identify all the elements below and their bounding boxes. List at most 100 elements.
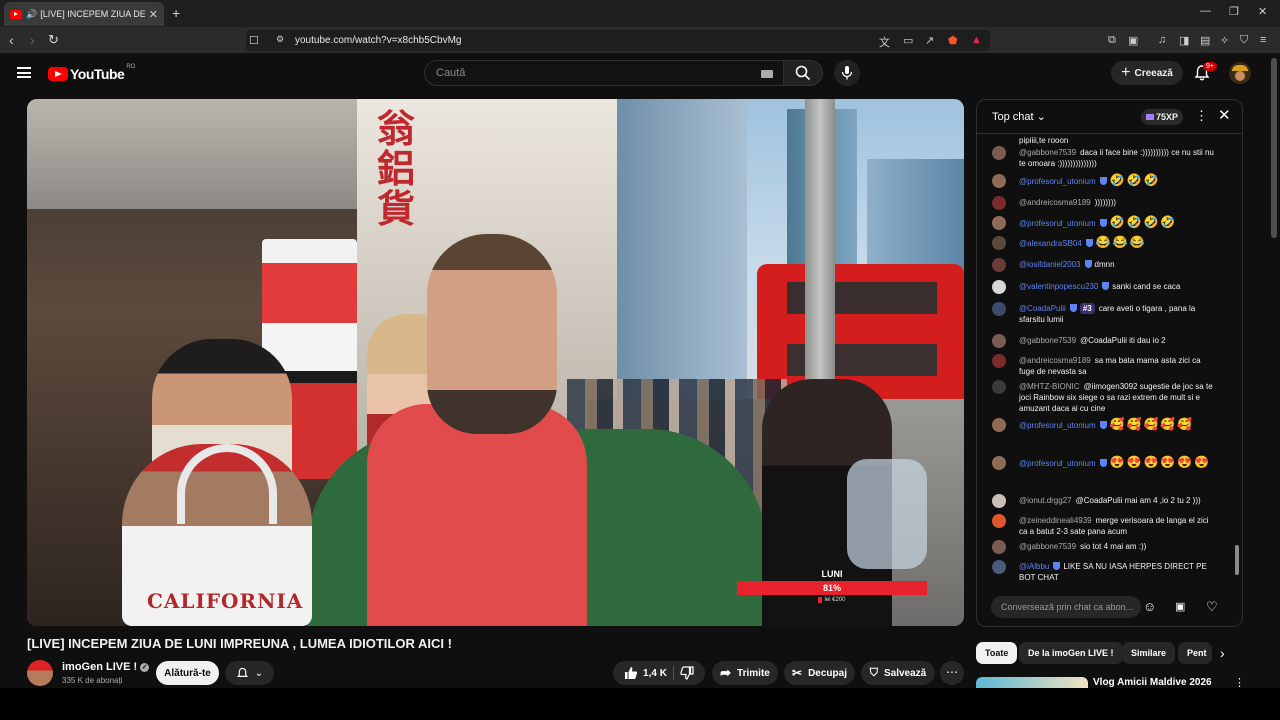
chat-avatar[interactable]	[992, 174, 1006, 188]
vpn-icon[interactable]: ⛉	[1240, 34, 1248, 47]
screenshot-icon[interactable]: ▣	[1128, 34, 1138, 47]
account-avatar[interactable]	[1229, 62, 1251, 84]
translate-icon[interactable]: 文	[879, 34, 890, 50]
chat-author[interactable]: @ionut.drgg27	[1019, 496, 1072, 505]
chat-avatar[interactable]	[992, 456, 1006, 470]
browser-tab[interactable]: 🔊 [LIVE] INCEPEM ZIUA DE LUNI ✕	[4, 2, 164, 26]
chat-options-icon[interactable]: ⋮	[1195, 108, 1208, 124]
chat-avatar[interactable]	[992, 280, 1006, 294]
super-chat-icon[interactable]: ▣	[1175, 600, 1185, 613]
create-button[interactable]: + Creează	[1111, 61, 1183, 85]
chat-avatar[interactable]	[992, 258, 1006, 272]
chat-author[interactable]: @valentinpopescu230	[1019, 282, 1098, 291]
thumbs-down-icon[interactable]	[680, 666, 694, 680]
chat-author[interactable]: @andreicosma9189	[1019, 198, 1091, 207]
chat-scrollbar[interactable]	[1235, 140, 1239, 580]
recommendation-thumbnail[interactable]	[976, 677, 1088, 688]
brave-shield-icon[interactable]: ⬟	[948, 34, 958, 47]
subscribe-notifications-button[interactable]: ⌄	[225, 661, 274, 685]
like-button[interactable]: 1,4 K	[624, 666, 667, 680]
save-button[interactable]: ⛉ Salvează	[861, 661, 935, 685]
chat-input[interactable]: Conversează prin chat ca abon...	[991, 596, 1141, 618]
chat-author[interactable]: @CoadaPulii	[1019, 304, 1066, 313]
close-window-icon[interactable]: ✕	[1258, 5, 1267, 18]
chip-from-channel[interactable]: De la imoGen LIVE !	[1019, 642, 1123, 664]
url-text[interactable]: youtube.com/watch?v=x8chb5CbvMg	[295, 35, 461, 46]
chat-author[interactable]: @profesorul_utonium	[1019, 421, 1096, 430]
like-count: 1,4 K	[643, 667, 667, 679]
search-input[interactable]: Caută	[424, 60, 784, 86]
chat-avatar[interactable]	[992, 196, 1006, 210]
chat-avatar[interactable]	[992, 514, 1006, 528]
bookmark-icon[interactable]: ☐	[249, 34, 259, 47]
recommendation-title[interactable]: Vlog Amicii Maldive 2026	[1093, 677, 1212, 688]
page-scrollbar[interactable]	[1271, 58, 1277, 238]
top-chat-dropdown[interactable]: Top chat ⌄	[992, 110, 1046, 123]
sidebar-icon[interactable]: ◨	[1179, 34, 1189, 47]
minimize-icon[interactable]: —	[1200, 5, 1211, 17]
share-page-icon[interactable]: ↗	[925, 34, 934, 47]
speaker-icon[interactable]: 🔊	[26, 9, 37, 20]
ai-icon[interactable]: ✧	[1220, 34, 1229, 47]
xp-badge[interactable]: 75XP	[1141, 109, 1184, 125]
cast-icon[interactable]: ▭	[903, 34, 913, 47]
keyboard-icon[interactable]	[761, 70, 773, 78]
chip-for-you[interactable]: Pent	[1178, 642, 1212, 664]
chat-author[interactable]: @zeineddineali4939	[1019, 516, 1092, 525]
chat-author[interactable]: @gabbone7539	[1019, 336, 1076, 345]
youtube-logo[interactable]: YouTube RO	[48, 64, 135, 82]
voice-search-button[interactable]	[834, 60, 860, 86]
video-player[interactable]: 翁鋁貨 CALIFORNIA LUNI 81% lei €200	[27, 99, 964, 626]
wallet-icon[interactable]: ▤	[1200, 34, 1210, 47]
chat-avatar[interactable]	[992, 354, 1006, 368]
chat-avatar[interactable]	[992, 334, 1006, 348]
member-badge-icon	[1099, 177, 1107, 185]
chat-avatar[interactable]	[992, 236, 1006, 250]
back-icon[interactable]: ‹	[9, 32, 14, 48]
chat-author[interactable]: @profesorul_utonium	[1019, 219, 1096, 228]
chat-avatar[interactable]	[992, 302, 1006, 316]
heart-icon[interactable]: ♡	[1206, 599, 1218, 615]
chat-avatar[interactable]	[992, 380, 1006, 394]
chat-author[interactable]: @gabbone7539	[1019, 148, 1076, 157]
site-settings-icon[interactable]: ⚙	[276, 34, 284, 45]
menu-icon[interactable]: ≡	[1260, 34, 1266, 46]
close-chat-icon[interactable]: ✕	[1218, 106, 1231, 124]
more-actions-button[interactable]: ⋯	[940, 661, 964, 685]
emoji-icon[interactable]: ☺	[1143, 599, 1156, 614]
brave-rewards-icon[interactable]: ▲	[971, 34, 982, 46]
chat-avatar[interactable]	[992, 418, 1006, 432]
music-icon[interactable]: ♫	[1158, 34, 1166, 46]
chat-author[interactable]: @iosifdaniel2003	[1019, 260, 1081, 269]
extensions-icon[interactable]: ⧉	[1108, 34, 1116, 47]
join-button[interactable]: Alătură-te	[156, 661, 219, 685]
forward-icon[interactable]: ›	[30, 32, 35, 48]
chat-author[interactable]: @profesorul_utonium	[1019, 177, 1096, 186]
chat-author[interactable]: @andreicosma9189	[1019, 356, 1091, 365]
share-button[interactable]: ➦ Trimite	[712, 661, 778, 685]
chip-related[interactable]: Similare	[1122, 642, 1176, 664]
chat-author[interactable]: @alexandraSB04	[1019, 239, 1082, 248]
chat-avatar[interactable]	[992, 216, 1006, 230]
channel-name[interactable]: imoGen LIVE ! ✓	[62, 661, 150, 673]
chat-scroll-thumb[interactable]	[1235, 545, 1239, 575]
chat-avatar[interactable]	[992, 560, 1006, 574]
chat-avatar[interactable]	[992, 494, 1006, 508]
chat-author[interactable]: @gabbone7539	[1019, 542, 1076, 551]
hamburger-menu-icon[interactable]	[17, 67, 31, 78]
close-tab-icon[interactable]: ✕	[149, 8, 158, 21]
chat-avatar[interactable]	[992, 540, 1006, 554]
chat-author[interactable]: @profesorul_utonium	[1019, 459, 1096, 468]
new-tab-icon[interactable]: +	[172, 5, 180, 21]
member-badge-icon	[1085, 239, 1093, 247]
chat-avatar[interactable]	[992, 146, 1006, 160]
chip-all[interactable]: Toate	[976, 642, 1018, 664]
channel-avatar[interactable]	[27, 660, 53, 686]
clip-button[interactable]: ✂ Decupaj	[784, 661, 855, 685]
chat-author[interactable]: @iAlbbu	[1019, 562, 1049, 571]
restore-icon[interactable]: ❐	[1229, 5, 1239, 18]
chat-author[interactable]: @MHTZ-BIONIC	[1019, 382, 1080, 391]
chevron-right-icon[interactable]: ›	[1220, 645, 1225, 661]
reload-icon[interactable]: ↻	[48, 32, 59, 48]
search-button[interactable]	[783, 60, 823, 86]
